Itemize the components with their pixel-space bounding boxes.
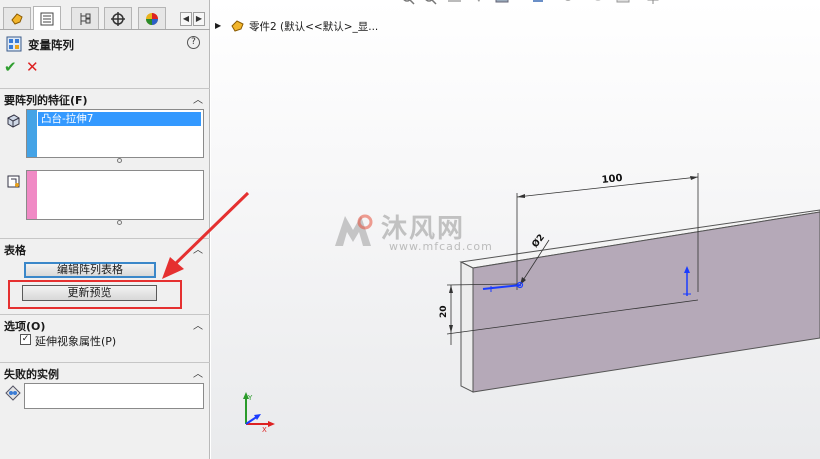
configuration-manager-icon bbox=[80, 12, 91, 25]
cancel-button[interactable]: ✕ bbox=[26, 58, 39, 76]
extend-visual-properties-checkbox[interactable]: ✓ bbox=[20, 334, 31, 345]
selection-color-strip bbox=[27, 171, 37, 219]
edit-pattern-table-button[interactable]: 编辑阵列表格 bbox=[24, 262, 156, 278]
selected-feature-item[interactable]: 凸台-拉伸7 bbox=[38, 112, 201, 126]
resize-grip[interactable] bbox=[117, 158, 122, 163]
instances-icon bbox=[5, 385, 21, 401]
checkbox-label: 延伸视象属性(P) bbox=[35, 335, 117, 348]
section-label: 要阵列的特征(F) bbox=[4, 94, 88, 107]
feature-select-icon bbox=[7, 114, 20, 128]
x-icon: ✕ bbox=[26, 58, 39, 76]
section-label: 表格 bbox=[4, 244, 26, 257]
tab-feature-manager[interactable] bbox=[3, 7, 31, 29]
display-manager-icon bbox=[146, 12, 158, 25]
dimension-height-label[interactable]: 20 bbox=[439, 305, 449, 318]
ok-button[interactable]: ✔ bbox=[4, 58, 17, 76]
tab-scroll-right-button[interactable]: ▶ bbox=[193, 12, 205, 26]
help-button[interactable]: ? bbox=[187, 36, 200, 49]
tab-property-manager[interactable] bbox=[33, 6, 61, 30]
property-manager-icon bbox=[40, 12, 54, 25]
graphics-area[interactable]: ▶ 零件2 (默认<<默认>_显... 100 20 Ø2 Y X 沐风网 ww… bbox=[211, 0, 820, 459]
features-selection-box[interactable]: 凸台-拉伸7 bbox=[26, 109, 204, 158]
watermark-logo-icon bbox=[335, 214, 373, 246]
watermark: 沐风网 www.mfcad.com bbox=[329, 208, 499, 256]
tab-configuration-manager[interactable] bbox=[71, 7, 99, 29]
manager-tabs: ◀ ▶ bbox=[0, 4, 210, 30]
svg-text:Y: Y bbox=[247, 394, 253, 402]
variable-pattern-icon bbox=[6, 36, 22, 52]
chevron-up-icon[interactable]: ︿ bbox=[193, 317, 203, 332]
part-body[interactable] bbox=[459, 209, 820, 393]
annotation-arrow bbox=[162, 191, 250, 279]
tab-scroll-left-button[interactable]: ◀ bbox=[180, 12, 192, 26]
section-features-to-pattern[interactable]: 要阵列的特征(F) ︿ bbox=[0, 88, 210, 107]
model-viewport[interactable]: 100 20 Ø2 Y X bbox=[211, 0, 820, 459]
page-title: 变量阵列 bbox=[28, 38, 74, 52]
section-options[interactable]: 选项(O) ︿ bbox=[0, 314, 210, 333]
feature-manager-icon bbox=[11, 12, 23, 25]
reference-triad: Y X bbox=[243, 392, 275, 434]
failed-instances-box[interactable] bbox=[24, 383, 204, 409]
reference-select-icon bbox=[7, 175, 20, 188]
svg-text:X: X bbox=[262, 426, 267, 434]
dimxpert-icon bbox=[111, 11, 125, 26]
tab-display-manager[interactable] bbox=[138, 7, 166, 29]
tab-dimxpert-manager[interactable] bbox=[104, 7, 132, 29]
watermark-en-text: www.mfcad.com bbox=[389, 240, 493, 253]
resize-grip[interactable] bbox=[117, 220, 122, 225]
section-label: 失败的实例 bbox=[4, 368, 59, 381]
section-label: 选项(O) bbox=[4, 320, 46, 333]
checkmark-icon: ✔ bbox=[4, 58, 17, 76]
chevron-up-icon[interactable]: ︿ bbox=[193, 365, 203, 380]
chevron-up-icon[interactable]: ︿ bbox=[193, 91, 203, 106]
update-preview-button[interactable]: 更新预览 bbox=[22, 285, 157, 301]
section-failed-instances[interactable]: 失败的实例 ︿ bbox=[0, 362, 210, 381]
selection-color-strip bbox=[27, 110, 37, 157]
property-manager-header: 变量阵列 ? bbox=[4, 34, 204, 54]
dimension-length-label[interactable]: 100 bbox=[601, 173, 623, 186]
